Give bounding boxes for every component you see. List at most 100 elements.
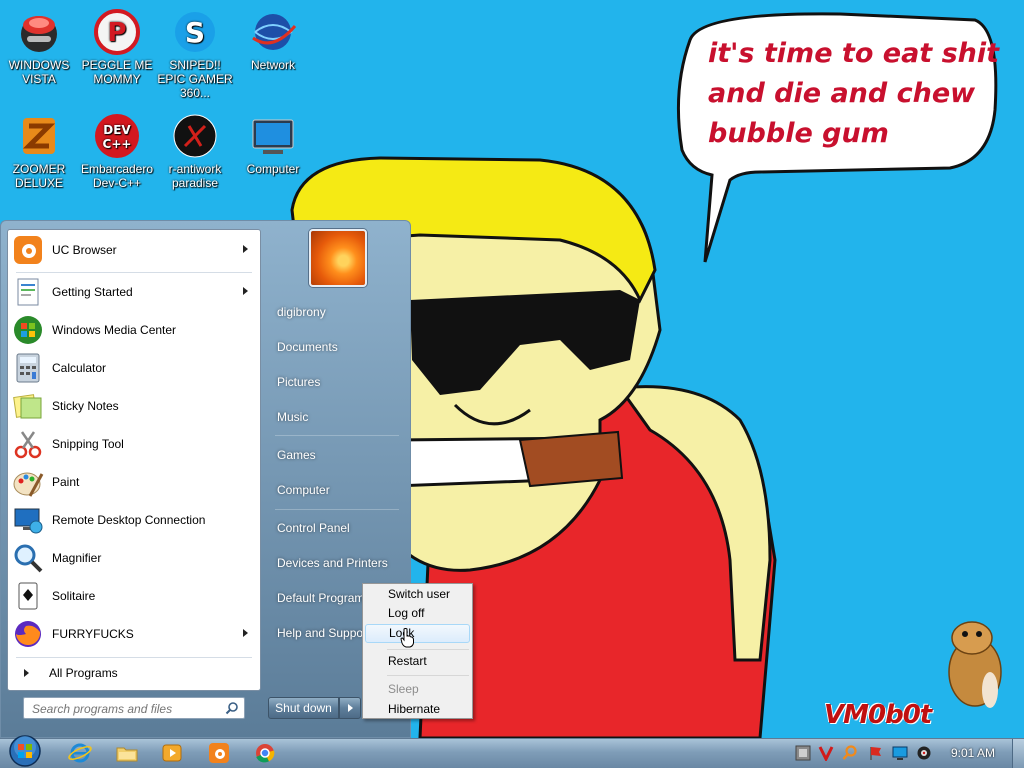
link-pictures[interactable]: Pictures xyxy=(267,368,407,396)
program-label: Calculator xyxy=(52,361,107,375)
search-box[interactable] xyxy=(23,697,245,719)
speech-bubble-line-2: and die and chew xyxy=(708,78,976,109)
link-music[interactable]: Music xyxy=(267,403,407,431)
sticky-notes-icon xyxy=(12,390,44,422)
user-avatar[interactable] xyxy=(309,229,367,287)
tray-v-icon xyxy=(818,746,834,761)
svg-text:C++: C++ xyxy=(103,137,132,151)
tray-v[interactable] xyxy=(818,745,834,761)
link-control-panel[interactable]: Control Panel xyxy=(267,514,407,542)
action-center-flag-icon xyxy=(870,747,881,760)
windows-vista-icon xyxy=(15,8,63,56)
taskbar-chrome[interactable] xyxy=(253,742,277,764)
shutdown-button[interactable]: Shut down xyxy=(268,697,339,719)
link-games[interactable]: Games xyxy=(267,441,407,469)
link-devices-printers[interactable]: Devices and Printers xyxy=(267,549,407,577)
desktop-icon-r-antiwork[interactable]: r-antiwork paradise xyxy=(157,112,233,190)
tray-app-icon xyxy=(795,745,811,761)
desktop-icon-skype[interactable]: S SNIPED!! EPIC GAMER 360... xyxy=(157,8,233,100)
shutdown-options-button[interactable] xyxy=(339,697,361,719)
program-getting-started[interactable]: Getting Started xyxy=(12,275,256,309)
desktop-icon-label: SNIPED!! EPIC GAMER 360... xyxy=(157,58,233,100)
menu-item-log-off[interactable]: Log off xyxy=(365,604,470,623)
program-label: Solitaire xyxy=(52,589,96,603)
taskbar-media-player[interactable] xyxy=(160,742,184,764)
program-solitaire[interactable]: Solitaire xyxy=(12,579,256,613)
start-menu-programs-pane: UC Browser Getting Started Windows Media… xyxy=(7,229,261,691)
taskbar-uc-browser[interactable] xyxy=(207,742,231,764)
speech-bubble-line-3: bubble gum xyxy=(708,118,889,149)
program-magnifier[interactable]: Magnifier xyxy=(12,541,256,575)
program-snipping-tool[interactable]: Snipping Tool xyxy=(12,427,256,461)
submenu-arrow-icon xyxy=(243,245,248,253)
taskbar-internet-explorer[interactable] xyxy=(68,742,92,764)
program-label: Remote Desktop Connection xyxy=(52,513,206,527)
paint-icon xyxy=(12,466,44,498)
start-menu: UC Browser Getting Started Windows Media… xyxy=(0,220,411,738)
desktop-icon-windows-vista[interactable]: WINDOWS VISTA xyxy=(1,8,77,86)
program-calculator[interactable]: Calculator xyxy=(12,351,256,385)
desktop-icon-label: WINDOWS VISTA xyxy=(8,58,70,86)
dev-cpp-icon: DEV C++ xyxy=(93,112,141,160)
internet-explorer-icon xyxy=(68,743,92,763)
desktop-icon-label: Computer xyxy=(246,162,300,176)
desktop-icon-label: ZOOMER DELUXE xyxy=(12,162,66,190)
desktop-icon-dev-cpp[interactable]: DEV C++ Embarcadero Dev-C++ xyxy=(79,112,155,190)
media-player-icon xyxy=(162,744,182,762)
all-programs-button[interactable]: All Programs xyxy=(12,662,256,684)
search-input[interactable] xyxy=(30,699,224,719)
tray-app[interactable] xyxy=(795,745,811,761)
desktop-icon-computer[interactable]: Computer xyxy=(235,112,311,176)
program-sticky-notes[interactable]: Sticky Notes xyxy=(12,389,256,423)
expand-arrow-icon xyxy=(24,669,29,677)
tray-display[interactable] xyxy=(892,745,908,761)
program-label: Snipping Tool xyxy=(52,437,124,451)
getting-started-icon xyxy=(12,276,44,308)
svg-text:S: S xyxy=(185,16,205,49)
link-documents[interactable]: Documents xyxy=(267,333,407,361)
program-label: Getting Started xyxy=(52,285,133,299)
desktop-icon-peggle[interactable]: P PEGGLE ME MOMMY xyxy=(79,8,155,86)
show-desktop-button[interactable] xyxy=(1012,739,1024,768)
program-uc-browser[interactable]: UC Browser xyxy=(12,233,256,267)
program-media-center[interactable]: Windows Media Center xyxy=(12,313,256,347)
svg-text:DEV: DEV xyxy=(103,123,131,137)
tray-search-icon xyxy=(842,745,857,760)
menu-item-hibernate[interactable]: Hibernate xyxy=(365,700,470,719)
menu-item-lock[interactable]: Lock xyxy=(365,624,470,643)
submenu-arrow-icon xyxy=(243,287,248,295)
desktop-icon-label: Network xyxy=(250,58,295,72)
explorer-folder-icon xyxy=(116,747,138,762)
uc-browser-icon xyxy=(209,743,229,763)
tray-volume[interactable] xyxy=(916,745,932,761)
taskbar-explorer[interactable] xyxy=(115,742,139,764)
magnifier-icon xyxy=(12,542,44,574)
menu-item-restart[interactable]: Restart xyxy=(365,652,470,671)
submenu-arrow-icon xyxy=(243,629,248,637)
search-icon[interactable] xyxy=(225,701,239,715)
computer-icon xyxy=(249,112,297,160)
calculator-icon xyxy=(12,352,44,384)
desktop-icon-label: r-antiwork paradise xyxy=(168,162,222,190)
tray-action-center[interactable] xyxy=(868,745,884,761)
program-firefox[interactable]: FURRYFUCKS xyxy=(12,617,256,651)
chrome-icon xyxy=(256,744,275,763)
tray-search[interactable] xyxy=(842,745,858,761)
link-user-folder[interactable]: digibrony xyxy=(267,298,407,326)
desktop-icon-zoomer[interactable]: ZOOMER DELUXE xyxy=(1,112,77,190)
menu-item-switch-user[interactable]: Switch user xyxy=(365,585,470,604)
desktop-icon-network[interactable]: Network xyxy=(235,8,311,72)
program-remote-desktop[interactable]: Remote Desktop Connection xyxy=(12,503,256,537)
uc-browser-icon xyxy=(12,234,44,266)
chevron-right-icon xyxy=(348,704,353,712)
program-paint[interactable]: Paint xyxy=(12,465,256,499)
program-label: UC Browser xyxy=(52,243,117,257)
start-orb-button[interactable] xyxy=(6,734,44,768)
taskbar-clock[interactable]: 9:01 AM xyxy=(944,744,1002,762)
skype-icon: S xyxy=(171,8,219,56)
remote-desktop-icon xyxy=(12,504,44,536)
peggle-icon: P xyxy=(93,8,141,56)
network-icon xyxy=(249,8,297,56)
desktop-icon-label: PEGGLE ME MOMMY xyxy=(81,58,153,86)
link-computer[interactable]: Computer xyxy=(267,476,407,504)
